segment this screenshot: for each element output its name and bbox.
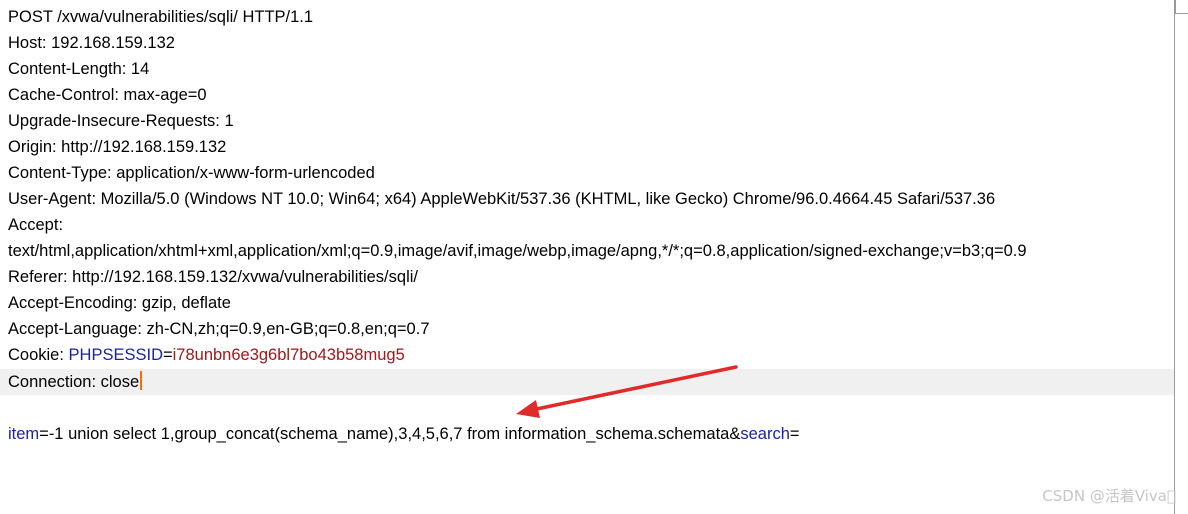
cookie-value: i78unbn6e3g6bl7bo43b58mug5 [172, 346, 405, 364]
header-line-referer: Referer: http://192.168.159.132/xvwa/vul… [8, 268, 418, 286]
header-line-user-agent: User-Agent: Mozilla/5.0 (Windows NT 10.0… [8, 190, 996, 208]
cookie-name: PHPSESSID [68, 346, 163, 364]
body-param-search-name: search [740, 425, 790, 443]
header-line-host: Host: 192.168.159.132 [8, 34, 175, 52]
request-editor[interactable]: POST /xvwa/vulnerabilities/sqli/ HTTP/1.… [0, 0, 1175, 514]
current-line-highlight [0, 369, 1174, 395]
header-line-accept: Accept: [8, 216, 64, 234]
header-line-cache-control: Cache-Control: max-age=0 [8, 86, 207, 104]
body-param-search-equals: = [789, 425, 800, 443]
body-param-item-name: item [8, 425, 40, 443]
scrollbar-up-button[interactable] [1175, 0, 1188, 14]
cookie-label: Cookie: [8, 346, 69, 364]
csdn-watermark: CSDN @活着Viva  [1042, 487, 1176, 505]
header-line-cookie: Cookie: PHPSESSID=i78unbn6e3g6bl7bo43b58… [8, 342, 405, 368]
header-line-origin: Origin: http://192.168.159.132 [8, 138, 227, 156]
vertical-scrollbar[interactable] [1175, 14, 1188, 514]
cookie-equals: = [162, 346, 173, 364]
header-line-accept-encoding: Accept-Encoding: gzip, deflate [8, 294, 231, 312]
body-param-item-equals: = [39, 425, 49, 443]
header-line-accept-value: text/html,application/xhtml+xml,applicat… [8, 242, 1027, 260]
request-line: POST /xvwa/vulnerabilities/sqli/ HTTP/1.… [8, 8, 314, 26]
request-body-line: item=-1 union select 1,group_concat(sche… [8, 421, 800, 447]
header-line-connection: Connection: close [8, 369, 142, 395]
header-line-content-type: Content-Type: application/x-www-form-url… [8, 164, 375, 182]
body-ampersand: & [729, 425, 741, 443]
body-param-item-value: -1 union select 1,group_concat(schema_na… [48, 425, 730, 443]
connection-text: Connection: close [8, 373, 140, 391]
text-caret [140, 371, 142, 390]
header-line-content-length: Content-Length: 14 [8, 60, 150, 78]
header-line-accept-language: Accept-Language: zh-CN,zh;q=0.9,en-GB;q=… [8, 320, 430, 338]
header-line-upgrade-insecure-requests: Upgrade-Insecure-Requests: 1 [8, 112, 234, 130]
